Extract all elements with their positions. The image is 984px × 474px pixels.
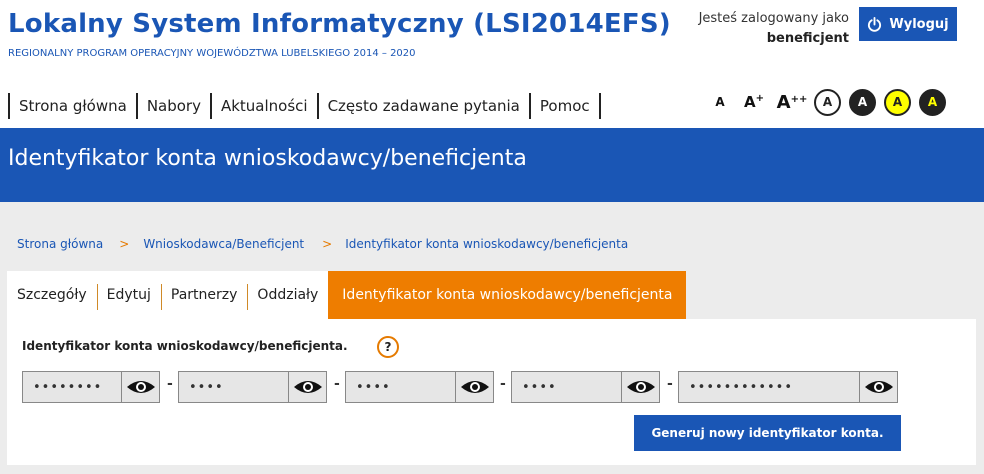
- identifier-panel: Identyfikator konta wnioskodawcy/benefic…: [7, 319, 976, 465]
- show-segment-5-button[interactable]: [859, 372, 897, 402]
- logged-in-label: Jesteś zalogowany jako: [698, 11, 849, 26]
- logout-button[interactable]: Wyloguj: [859, 7, 957, 41]
- username: beneficjent: [766, 31, 849, 46]
- contrast-default-button[interactable]: A: [814, 88, 841, 116]
- identifier-segment-3-input[interactable]: [346, 372, 455, 402]
- eye-icon: [293, 381, 322, 393]
- contrast-yellow-button[interactable]: A: [884, 88, 911, 116]
- font-size-largest-label: A: [776, 91, 791, 113]
- header: Lokalny System Informatyczny (LSI2014EFS…: [0, 0, 984, 128]
- show-segment-1-button[interactable]: [121, 372, 159, 402]
- tab-details[interactable]: Szczegóły: [7, 271, 97, 319]
- segment-separator: -: [500, 376, 506, 392]
- font-size-normal-label: A: [715, 95, 725, 109]
- breadcrumb-separator: >: [119, 237, 130, 251]
- breadcrumb-separator: >: [322, 237, 333, 251]
- eye-icon: [864, 381, 893, 393]
- breadcrumb-home[interactable]: Strona główna: [17, 237, 103, 251]
- identifier-segment-1: [22, 371, 160, 403]
- segment-separator: -: [334, 376, 340, 392]
- font-size-largest-button[interactable]: A++: [774, 92, 810, 113]
- font-size-normal-button[interactable]: A: [706, 95, 734, 109]
- show-segment-4-button[interactable]: [621, 372, 659, 402]
- font-size-larger-sup: +: [755, 93, 764, 104]
- eye-icon: [626, 381, 655, 393]
- nav-item-calls[interactable]: Nabory: [138, 93, 212, 119]
- contrast-dark-button[interactable]: A: [849, 88, 876, 116]
- accessibility-controls: A A+ A++ A A A A: [706, 88, 946, 116]
- eye-icon: [126, 381, 155, 393]
- identifier-segment-5-input[interactable]: [679, 372, 859, 402]
- breadcrumb-beneficiary[interactable]: Wnioskodawca/Beneficjent: [143, 237, 304, 251]
- app-subtitle: REGIONALNY PROGRAM OPERACYJNY WOJEWÓDZTW…: [8, 48, 416, 59]
- nav-item-faq[interactable]: Często zadawane pytania: [319, 93, 531, 119]
- main-nav: Strona główna Nabory Aktualności Często …: [8, 93, 601, 119]
- tab-partners[interactable]: Partnerzy: [160, 271, 248, 319]
- identifier-segment-2: [178, 371, 327, 403]
- identifier-segment-4: [511, 371, 660, 403]
- app-title[interactable]: Lokalny System Informatyczny (LSI2014EFS…: [8, 9, 671, 39]
- eye-icon: [460, 381, 489, 393]
- tab-branches[interactable]: Oddziały: [247, 271, 329, 319]
- identifier-segment-3: [345, 371, 494, 403]
- font-size-larger-label: A: [744, 93, 756, 111]
- identifier-segment-5: [678, 371, 898, 403]
- login-info: Jesteś zalogowany jako beneficjent: [649, 9, 849, 49]
- tab-edit[interactable]: Edytuj: [96, 271, 161, 319]
- title-banner: Identyfikator konta wnioskodawcy/benefic…: [0, 128, 984, 202]
- tab-bar: Szczegóły Edytuj Partnerzy Oddziały Iden…: [7, 271, 687, 319]
- identifier-label: Identyfikator konta wnioskodawcy/benefic…: [22, 339, 348, 353]
- identifier-segment-1-input[interactable]: [23, 372, 121, 402]
- nav-item-news[interactable]: Aktualności: [212, 93, 319, 119]
- power-icon: [868, 16, 882, 32]
- tab-account-identifier[interactable]: Identyfikator konta wnioskodawcy/benefic…: [328, 271, 687, 319]
- identifier-segment-2-input[interactable]: [179, 372, 288, 402]
- font-size-largest-sup: ++: [790, 93, 808, 105]
- breadcrumb-current: Identyfikator konta wnioskodawcy/benefic…: [345, 237, 629, 251]
- logout-label: Wyloguj: [889, 16, 949, 32]
- show-segment-3-button[interactable]: [455, 372, 493, 402]
- breadcrumb: Strona główna > Wnioskodawca/Beneficjent…: [17, 237, 628, 251]
- page-title: Identyfikator konta wnioskodawcy/benefic…: [8, 146, 527, 171]
- identifier-segment-4-input[interactable]: [512, 372, 621, 402]
- help-icon[interactable]: ?: [377, 336, 399, 358]
- nav-item-help[interactable]: Pomoc: [531, 93, 601, 119]
- show-segment-2-button[interactable]: [288, 372, 326, 402]
- segment-separator: -: [167, 376, 173, 392]
- segment-separator: -: [667, 376, 673, 392]
- font-size-larger-button[interactable]: A+: [734, 93, 774, 111]
- contrast-yellow-on-black-button[interactable]: A: [919, 88, 946, 116]
- nav-item-home[interactable]: Strona główna: [10, 93, 138, 119]
- generate-identifier-button[interactable]: Generuj nowy identyfikator konta.: [634, 415, 901, 451]
